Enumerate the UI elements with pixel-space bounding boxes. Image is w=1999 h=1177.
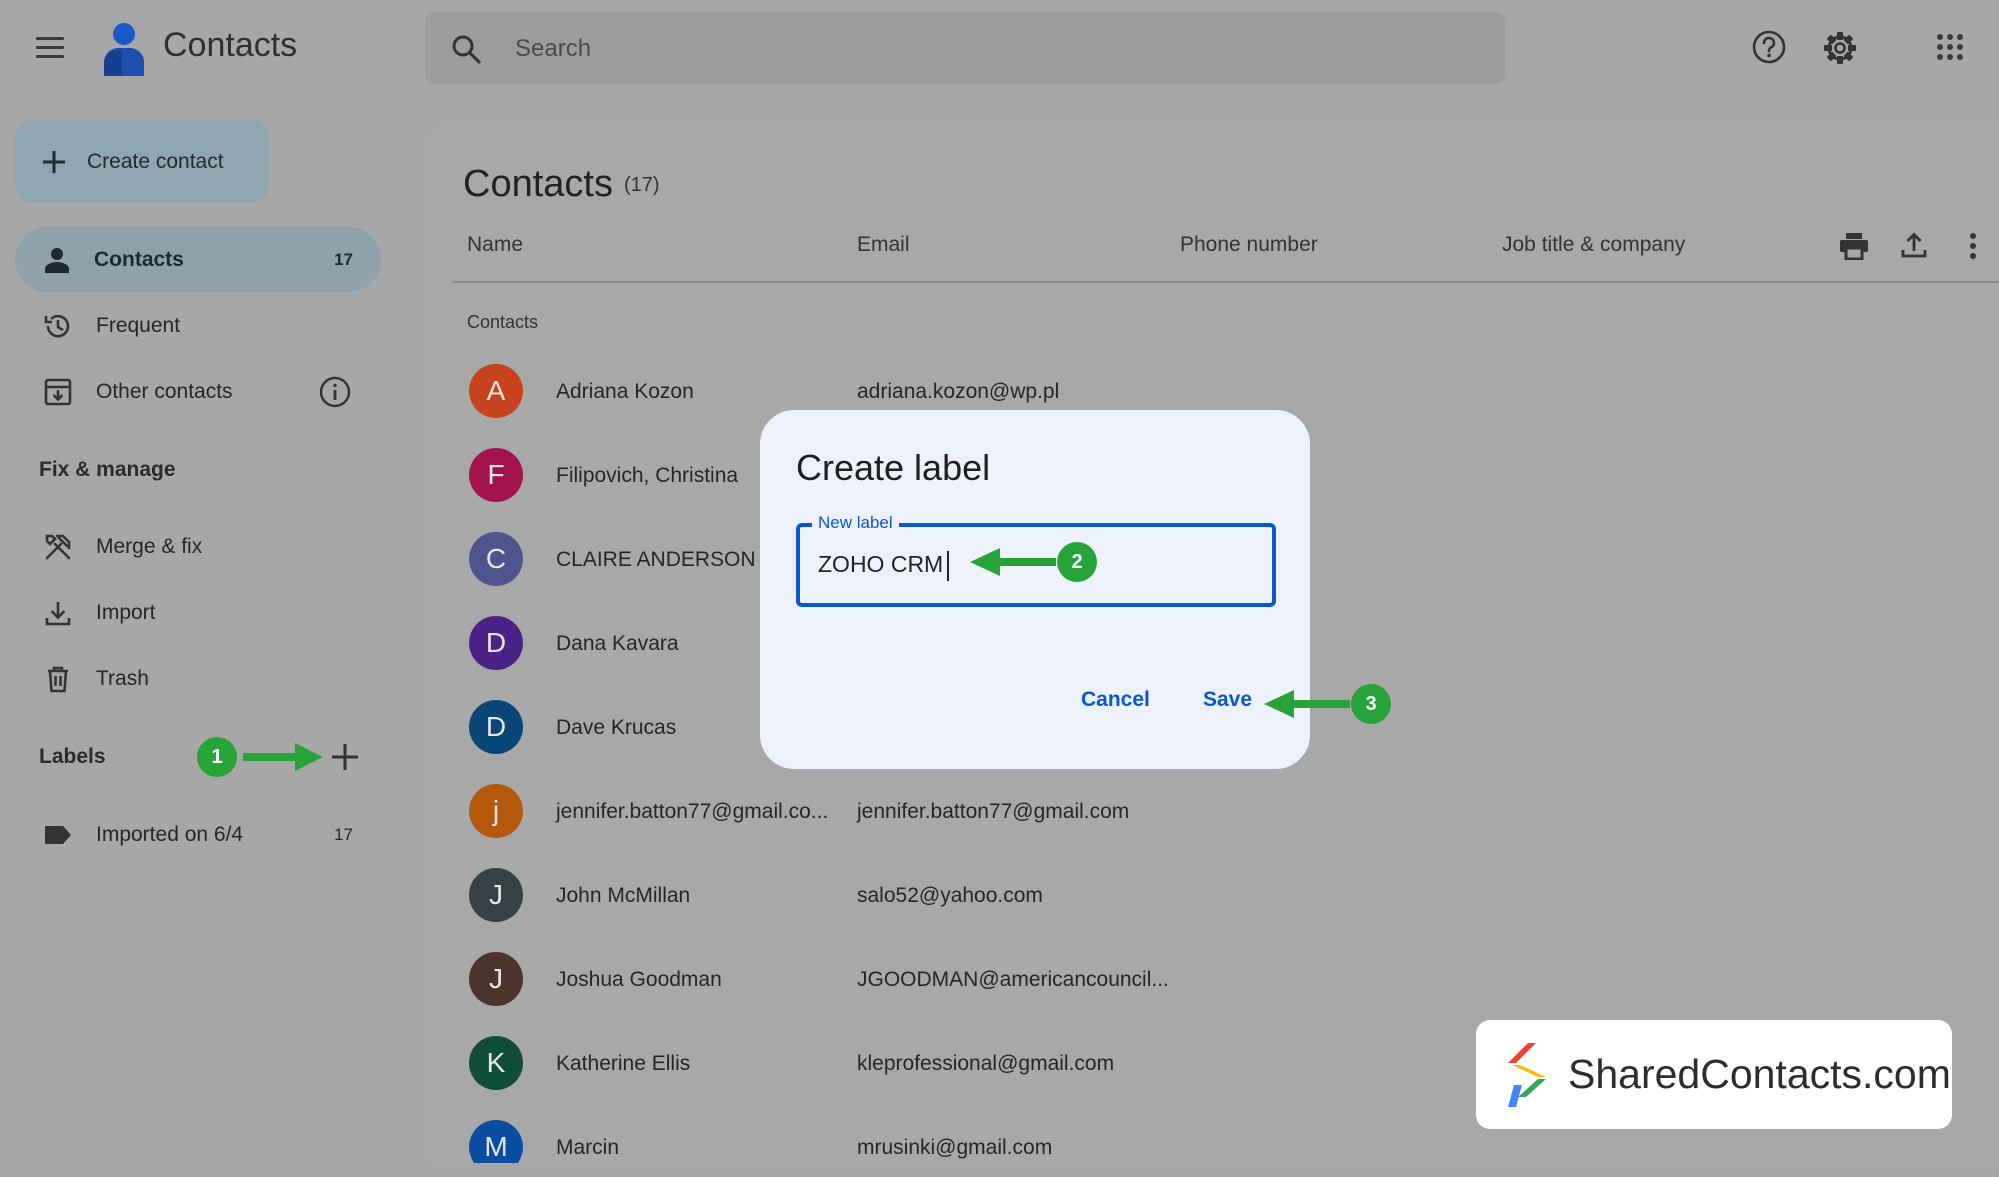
column-header-phone[interactable]: Phone number	[1180, 233, 1318, 257]
main-menu-icon[interactable]	[34, 34, 66, 62]
avatar: K	[469, 1036, 523, 1090]
plus-icon	[41, 149, 67, 175]
contact-email: adriana.kozon@wp.pl	[857, 380, 1060, 403]
sidebar-item-contacts[interactable]: Contacts 17	[15, 227, 381, 292]
contacts-logo-icon	[100, 20, 148, 76]
person-icon	[43, 246, 71, 274]
arrow-left-icon	[966, 546, 1056, 578]
brand-text: SharedContacts.com	[1568, 1051, 1951, 1097]
avatar: J	[469, 868, 523, 922]
arrow-left-icon	[1260, 688, 1350, 720]
contact-name: Dave Krucas	[556, 716, 677, 739]
step-badge-3: 3	[1351, 684, 1391, 724]
page-title: Contacts	[463, 163, 613, 205]
contact-name: jennifer.batton77@gmail.co...	[556, 800, 829, 823]
sidebar-item-label: Frequent	[96, 313, 181, 337]
avatar: J	[469, 952, 523, 1006]
app-title: Contacts	[163, 26, 298, 64]
column-header-email[interactable]: Email	[857, 233, 910, 257]
create-label-dialog: Create label New label Cancel Save	[760, 410, 1310, 769]
create-contact-button[interactable]: Create contact	[15, 120, 269, 203]
print-icon[interactable]	[1839, 232, 1869, 260]
contact-row[interactable]: J John McMillan salo52@yahoo.com	[0, 853, 1999, 937]
avatar: A	[469, 364, 523, 418]
sidebar-item-count: 17	[334, 249, 353, 269]
sharedcontacts-logo-icon	[1506, 1041, 1554, 1109]
contact-row[interactable]: j jennifer.batton77@gmail.co... jennifer…	[0, 769, 1999, 853]
contact-email: jennifer.batton77@gmail.com	[857, 800, 1130, 823]
search-icon[interactable]	[451, 34, 481, 64]
contacts-group-label: Contacts	[467, 312, 539, 332]
step-badge-2: 2	[1057, 542, 1097, 582]
arrow-right-icon	[243, 741, 325, 773]
help-icon[interactable]	[1752, 30, 1786, 64]
header-divider	[452, 281, 1999, 283]
contact-name: Filipovich, Christina	[556, 464, 739, 487]
contact-email: mrusinki@gmail.com	[857, 1136, 1053, 1159]
history-icon	[43, 311, 73, 341]
contact-name: Adriana Kozon	[556, 380, 694, 403]
sidebar-item-label: Contacts	[94, 247, 184, 271]
contact-name: Dana Kavara	[556, 632, 679, 655]
export-upload-icon[interactable]	[1900, 231, 1928, 259]
contact-name: Katherine Ellis	[556, 1052, 691, 1075]
more-vert-icon[interactable]	[1968, 232, 1978, 260]
text-caret	[947, 551, 949, 581]
settings-gear-icon[interactable]	[1822, 30, 1858, 66]
search-bar[interactable]	[425, 12, 1505, 86]
contact-email: kleprofessional@gmail.com	[857, 1052, 1115, 1075]
sharedcontacts-brand-card: SharedContacts.com	[1476, 1020, 1952, 1129]
column-header-job[interactable]: Job title & company	[1502, 233, 1685, 257]
column-header-name[interactable]: Name	[467, 233, 523, 257]
apps-grid-icon[interactable]	[1937, 34, 1963, 60]
search-input[interactable]	[513, 12, 1417, 86]
avatar: F	[469, 448, 523, 502]
contact-count: (17)	[624, 174, 660, 196]
new-label-input[interactable]	[818, 543, 958, 585]
avatar: D	[469, 616, 523, 670]
contact-row[interactable]: J Joshua Goodman JGOODMAN@americancounci…	[0, 937, 1999, 1021]
create-contact-label: Create contact	[87, 149, 224, 173]
avatar: M	[469, 1120, 523, 1163]
avatar: D	[469, 700, 523, 754]
avatar: j	[469, 784, 523, 838]
step-badge-1: 1	[197, 737, 237, 777]
contact-name: Marcin	[556, 1136, 620, 1159]
avatar: C	[469, 532, 523, 586]
dialog-title: Create label	[796, 447, 991, 488]
contact-name: John McMillan	[556, 884, 691, 907]
contact-email: JGOODMAN@americancouncil...	[857, 968, 1169, 991]
bottom-strip	[0, 1163, 1999, 1177]
contact-name: CLAIRE ANDERSON	[556, 548, 756, 571]
contact-email: salo52@yahoo.com	[857, 884, 1043, 907]
save-button[interactable]: Save	[1203, 688, 1252, 712]
cancel-button[interactable]: Cancel	[1081, 688, 1150, 712]
new-label-field-label: New label	[812, 513, 899, 533]
contact-name: Joshua Goodman	[556, 968, 722, 991]
